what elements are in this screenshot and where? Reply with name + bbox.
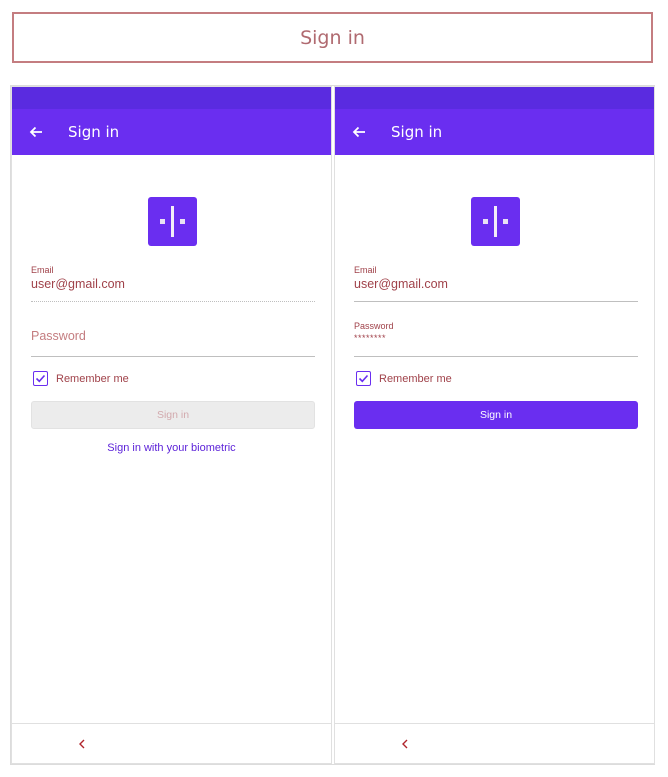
remember-me-label: Remember me bbox=[56, 372, 129, 385]
password-underline bbox=[354, 356, 638, 357]
status-bar bbox=[335, 87, 654, 109]
phone-screen-empty-password: Sign in Email user@gmail.com Password Re… bbox=[11, 86, 332, 764]
checkbox-checked-icon[interactable] bbox=[33, 371, 48, 386]
phone-screen-filled-password: Sign in Email user@gmail.com Password **… bbox=[334, 86, 655, 764]
nav-back-icon[interactable] bbox=[74, 734, 90, 754]
appbar-title: Sign in bbox=[68, 123, 120, 141]
email-field[interactable]: Email user@gmail.com bbox=[354, 265, 638, 302]
checkbox-checked-icon[interactable] bbox=[356, 371, 371, 386]
email-label: Email bbox=[31, 265, 54, 275]
remember-me-label: Remember me bbox=[379, 372, 452, 385]
remember-me-checkbox[interactable]: Remember me bbox=[356, 371, 452, 386]
biometric-sign-in-link[interactable]: Sign in with your biometric bbox=[12, 442, 331, 454]
password-field[interactable]: Password ******** bbox=[354, 321, 638, 357]
email-label: Email bbox=[354, 265, 377, 275]
app-logo-icon bbox=[148, 197, 197, 246]
back-arrow-icon[interactable] bbox=[335, 109, 383, 155]
banner-title: Sign in bbox=[300, 26, 365, 49]
navigation-bar bbox=[12, 723, 331, 763]
email-field[interactable]: Email user@gmail.com bbox=[31, 265, 315, 302]
back-arrow-icon[interactable] bbox=[12, 109, 60, 155]
email-value: user@gmail.com bbox=[354, 277, 448, 291]
nav-back-icon[interactable] bbox=[397, 734, 413, 754]
password-label: Password bbox=[354, 321, 394, 331]
remember-me-checkbox[interactable]: Remember me bbox=[33, 371, 129, 386]
status-bar bbox=[12, 87, 331, 109]
password-underline bbox=[31, 356, 315, 357]
password-placeholder: Password bbox=[31, 329, 86, 343]
password-value: ******** bbox=[354, 333, 387, 343]
page-banner: Sign in bbox=[12, 12, 653, 63]
email-underline bbox=[354, 301, 638, 302]
password-field[interactable]: Password bbox=[31, 317, 315, 357]
app-logo-icon bbox=[471, 197, 520, 246]
navigation-bar bbox=[335, 723, 654, 763]
sign-in-button[interactable]: Sign in bbox=[354, 401, 638, 429]
app-bar: Sign in bbox=[335, 109, 654, 155]
email-underline bbox=[31, 301, 315, 302]
email-value: user@gmail.com bbox=[31, 277, 125, 291]
app-bar: Sign in bbox=[12, 109, 331, 155]
sign-in-button[interactable]: Sign in bbox=[31, 401, 315, 429]
appbar-title: Sign in bbox=[391, 123, 443, 141]
